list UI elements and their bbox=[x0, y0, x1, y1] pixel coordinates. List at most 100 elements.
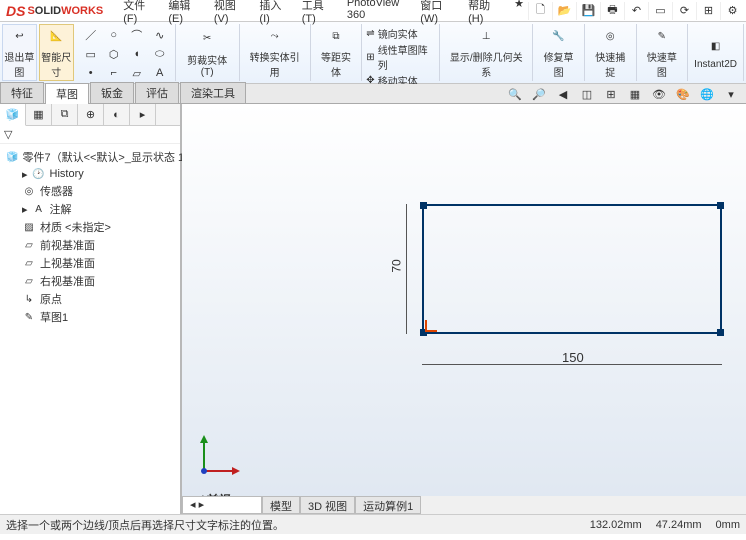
plane-tool-icon[interactable]: ▱ bbox=[126, 64, 148, 82]
left-tab-appear[interactable]: ◐ bbox=[104, 104, 130, 125]
tree-material[interactable]: ▨材质 <未指定> bbox=[2, 218, 178, 236]
instant2d-button[interactable]: ◧ Instant2D bbox=[688, 24, 744, 81]
snap-icon: ◎ bbox=[599, 26, 621, 47]
graphics-area[interactable]: 70 150 *前视 ◂ ▸ 模型 3D 视图 运动算例1 bbox=[182, 104, 746, 514]
vertical-dimension[interactable]: 70 bbox=[397, 204, 417, 334]
text-tool-icon[interactable]: A bbox=[149, 64, 171, 82]
save-icon[interactable]: 💾 bbox=[576, 2, 594, 20]
tree-origin[interactable]: ↳原点 bbox=[2, 290, 178, 308]
bottom-tab-motion[interactable]: 运动算例1 bbox=[355, 496, 421, 514]
zoom-fit-icon[interactable]: 🔍 bbox=[506, 86, 524, 102]
hide-show-icon[interactable]: 👁 bbox=[650, 86, 668, 102]
fillet-tool-icon[interactable]: ⌐ bbox=[103, 64, 125, 82]
zoom-area-icon[interactable]: 🔎 bbox=[530, 86, 548, 102]
arc-tool-icon[interactable]: ⌒ bbox=[126, 26, 148, 44]
status-message: 选择一个或两个边线/顶点后再选择尺寸文字标注的位置。 bbox=[6, 517, 284, 533]
bottom-tab-model[interactable]: 模型 bbox=[262, 496, 300, 514]
ellipse-tool-icon[interactable]: ⬭ bbox=[149, 45, 171, 63]
instant2d-icon: ◧ bbox=[705, 35, 727, 57]
tab-features[interactable]: 特征 bbox=[0, 82, 44, 103]
menu-edit[interactable]: 编辑(E) bbox=[164, 0, 200, 27]
quick-snaps-button[interactable]: ◎ 快速捕捉 bbox=[585, 24, 637, 81]
tree-sensors[interactable]: ◎传感器 bbox=[2, 182, 178, 200]
sketch-rectangle[interactable] bbox=[422, 204, 722, 334]
rebuild-icon[interactable]: ⟳ bbox=[672, 2, 690, 20]
options-icon[interactable]: ⊞ bbox=[696, 2, 714, 20]
new-icon[interactable]: 🗋 bbox=[528, 2, 546, 20]
settings-icon[interactable]: ⚙ bbox=[720, 2, 738, 20]
menu-photoview[interactable]: PhotoView 360 bbox=[343, 0, 406, 27]
tab-sheetmetal[interactable]: 钣金 bbox=[90, 82, 134, 103]
convert-button[interactable]: ⤳ 转换实体引用 bbox=[240, 24, 311, 81]
line-tool-icon[interactable]: ／ bbox=[80, 26, 102, 44]
expand-icon[interactable]: ▸ bbox=[22, 203, 28, 216]
circle-tool-icon[interactable]: ○ bbox=[103, 26, 125, 44]
left-tab-config[interactable]: ⧉ bbox=[52, 104, 78, 125]
tab-render[interactable]: 渲染工具 bbox=[180, 82, 246, 103]
offset-icon: ⧉ bbox=[325, 26, 347, 47]
menu-view[interactable]: 视图(V) bbox=[210, 0, 246, 27]
view-settings-icon[interactable]: ▾ bbox=[722, 86, 740, 102]
tree-front-plane[interactable]: ▱前视基准面 bbox=[2, 236, 178, 254]
tree-sketch1[interactable]: ✎草图1 bbox=[2, 308, 178, 326]
select-icon[interactable]: ▭ bbox=[648, 2, 666, 20]
part-icon: 🧊 bbox=[6, 150, 18, 164]
tab-sketch[interactable]: 草图 bbox=[45, 83, 89, 104]
rect-tool-icon[interactable]: ▭ bbox=[80, 45, 102, 63]
expand-icon[interactable]: ▸ bbox=[22, 168, 28, 181]
mirror-icon: ⇌ bbox=[366, 28, 374, 39]
undo-icon[interactable]: ↶ bbox=[624, 2, 642, 20]
left-tab-tree[interactable]: 🧊 bbox=[0, 104, 26, 126]
menu-file[interactable]: 文件(F) bbox=[119, 0, 154, 27]
section-view-icon[interactable]: ◫ bbox=[578, 86, 596, 102]
tree-annotations[interactable]: ▸A注解 bbox=[2, 200, 178, 218]
corner-handle[interactable] bbox=[717, 329, 724, 336]
view-orient-icon[interactable]: ⊞ bbox=[602, 86, 620, 102]
exit-sketch-button[interactable]: ↩ 退出草图 bbox=[2, 24, 37, 81]
pattern-icon: ⊞ bbox=[366, 52, 374, 63]
tree-history[interactable]: ▸🕑History bbox=[2, 166, 178, 182]
rapid-sketch-button[interactable]: ✎ 快速草图 bbox=[637, 24, 689, 81]
smart-dimension-button[interactable]: 📐 智能尺寸 bbox=[39, 24, 74, 81]
spline-tool-icon[interactable]: ∿ bbox=[149, 26, 171, 44]
prev-view-icon[interactable]: ◀ bbox=[554, 86, 572, 102]
polygon-tool-icon[interactable]: ⬡ bbox=[103, 45, 125, 63]
sketch-icon: ✎ bbox=[22, 310, 36, 324]
corner-handle[interactable] bbox=[717, 202, 724, 209]
tab-evaluate[interactable]: 评估 bbox=[135, 82, 179, 103]
repair-button[interactable]: 🔧 修复草图 bbox=[533, 24, 585, 81]
scene-icon[interactable]: 🌐 bbox=[698, 86, 716, 102]
sketch-origin-icon[interactable] bbox=[421, 326, 431, 336]
view-triad-icon[interactable] bbox=[194, 431, 244, 484]
slot-tool-icon[interactable]: ◖ bbox=[126, 45, 148, 63]
menu-tools[interactable]: 工具(T) bbox=[298, 0, 333, 27]
exit-sketch-icon: ↩ bbox=[9, 27, 29, 47]
relations-button[interactable]: ⊥ 显示/删除几何关系 bbox=[440, 24, 533, 81]
scroll-left-icon[interactable]: ◂ ▸ bbox=[182, 496, 262, 514]
filter-icon[interactable]: ▽ bbox=[4, 128, 12, 141]
appearance-icon[interactable]: 🎨 bbox=[674, 86, 692, 102]
trim-button[interactable]: ✂ 剪裁实体(T) bbox=[176, 24, 240, 81]
sensor-icon: ◎ bbox=[22, 184, 36, 198]
linear-pattern-button[interactable]: ⊞线性草图阵列 bbox=[366, 42, 435, 72]
left-tab-dim[interactable]: ⊕ bbox=[78, 104, 104, 125]
open-icon[interactable]: 📂 bbox=[552, 2, 570, 20]
status-z: 0mm bbox=[716, 519, 740, 531]
print-icon[interactable]: 🖶 bbox=[600, 2, 618, 20]
menu-help[interactable]: 帮助(H) bbox=[464, 0, 500, 27]
point-tool-icon[interactable]: • bbox=[80, 64, 102, 82]
offset-button[interactable]: ⧉ 等距实体 bbox=[311, 24, 363, 81]
horizontal-dimension[interactable]: 150 bbox=[422, 354, 722, 374]
left-tab-prop[interactable]: ▦ bbox=[26, 104, 52, 125]
corner-handle[interactable] bbox=[420, 202, 427, 209]
tree-right-plane[interactable]: ▱右视基准面 bbox=[2, 272, 178, 290]
tree-top-plane[interactable]: ▱上视基准面 bbox=[2, 254, 178, 272]
display-style-icon[interactable]: ▦ bbox=[626, 86, 644, 102]
menu-search-icon[interactable]: ★ bbox=[510, 0, 528, 27]
menu-insert[interactable]: 插入(I) bbox=[255, 0, 287, 27]
left-tab-more[interactable]: ▸ bbox=[130, 104, 156, 125]
tree-root[interactable]: 🧊零件7（默认<<默认>_显示状态 1>） bbox=[2, 148, 178, 166]
mirror-button[interactable]: ⇌镜向实体 bbox=[366, 26, 435, 41]
bottom-tab-3dview[interactable]: 3D 视图 bbox=[300, 496, 355, 514]
menu-window[interactable]: 窗口(W) bbox=[416, 0, 454, 27]
